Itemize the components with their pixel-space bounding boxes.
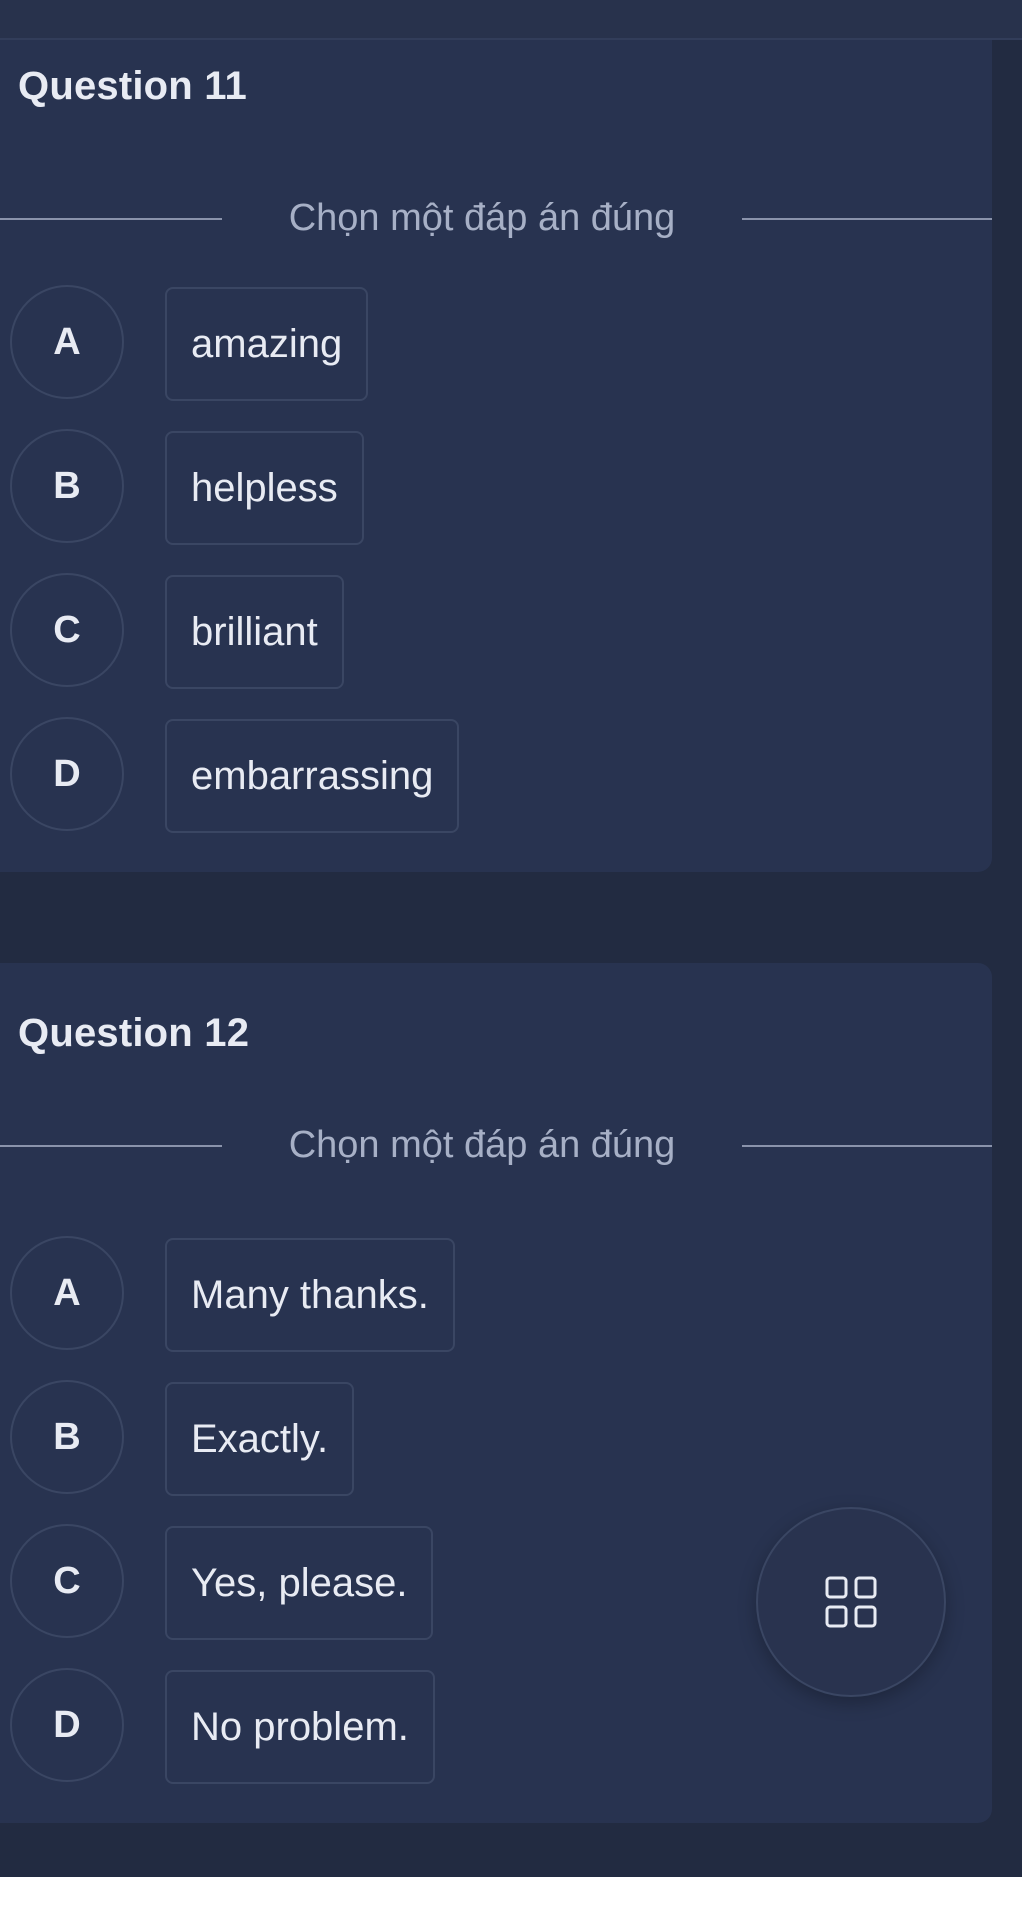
question-title: Question 11 [18, 64, 247, 108]
option-letter[interactable]: D [10, 717, 124, 831]
option-letter[interactable]: A [10, 285, 124, 399]
option-answer[interactable]: No problem. [165, 1670, 435, 1784]
divider-line-left [0, 218, 222, 220]
instruction-divider: Chọn một đáp án đúng [0, 193, 992, 243]
instruction-text: Chọn một đáp án đúng [288, 197, 676, 239]
option-letter[interactable]: B [10, 1380, 124, 1494]
option-letter[interactable]: A [10, 1236, 124, 1350]
option-letter[interactable]: C [10, 1524, 124, 1638]
instruction-divider: Chọn một đáp án đúng [0, 1120, 992, 1170]
option-answer[interactable]: Yes, please. [165, 1526, 434, 1640]
option-answer[interactable]: Many thanks. [165, 1238, 455, 1352]
option-answer[interactable]: helpless [165, 431, 364, 545]
option-letter[interactable]: C [10, 573, 124, 687]
option-answer[interactable]: embarrassing [165, 719, 460, 833]
option-answer[interactable]: brilliant [165, 575, 344, 689]
option-answer[interactable]: Exactly. [165, 1382, 355, 1496]
grid-icon [825, 1576, 877, 1628]
question-title: Question 12 [18, 1011, 250, 1055]
divider-line-left [0, 1145, 222, 1147]
divider-line-right [742, 1145, 992, 1147]
instruction-text: Chọn một đáp án đúng [288, 1124, 676, 1166]
top-header-strip [0, 0, 1022, 40]
divider-line-right [742, 218, 992, 220]
question-card-11: Question 11 Chọn một đáp án đúng A amazi… [0, 40, 992, 872]
option-letter[interactable]: B [10, 429, 124, 543]
bottom-navigation-bar [0, 1877, 1022, 1927]
option-answer[interactable]: amazing [165, 287, 369, 401]
option-letter[interactable]: D [10, 1668, 124, 1782]
question-grid-button[interactable] [756, 1507, 946, 1697]
